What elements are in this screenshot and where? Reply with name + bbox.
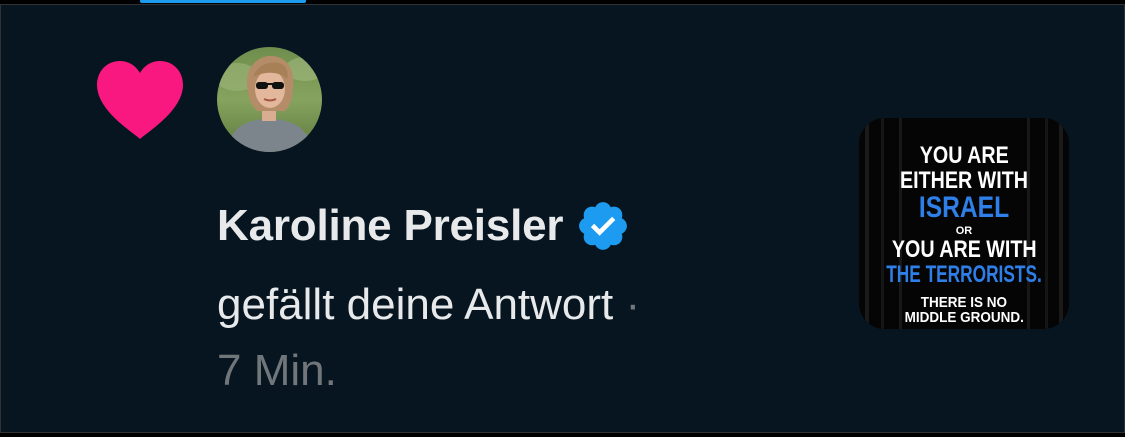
thumbnail-text: YOU ARE EITHER WITH ISRAEL OR YOU ARE WI… [859, 118, 1069, 329]
user-name-text[interactable]: Karoline Preisler [217, 201, 564, 251]
liked-post-thumbnail[interactable]: YOU ARE EITHER WITH ISRAEL OR YOU ARE WI… [859, 118, 1069, 329]
avatar[interactable] [217, 47, 322, 152]
tab-indicator [140, 0, 306, 3]
verified-badge-icon [579, 202, 628, 250]
action-text: gefällt deine Antwort [217, 280, 614, 329]
notification-action-text: gefällt deine Antwort · [217, 279, 640, 331]
thumb-line-5: YOU ARE WITH [891, 236, 1037, 263]
thumb-line-7: THERE IS NO [920, 294, 1008, 311]
heart-icon [97, 61, 183, 139]
user-name[interactable]: Karoline Preisler [217, 198, 631, 254]
thumb-line-3: ISRAEL [918, 191, 1010, 224]
thumb-line-8: MIDDLE GROUND. [904, 309, 1024, 326]
separator-dot: · [625, 280, 641, 329]
thumb-line-6: THE TERRORISTS. [886, 261, 1042, 288]
thumb-line-2: EITHER WITH [900, 167, 1028, 194]
avatar-photo [217, 47, 322, 152]
thumb-line-1: YOU ARE [919, 142, 1009, 169]
like-notification[interactable]: Karoline Preisler gefällt deine Antwort … [0, 4, 1125, 433]
timestamp: 7 Min. [217, 346, 337, 395]
notifications-screen: Karoline Preisler gefällt deine Antwort … [0, 0, 1125, 437]
